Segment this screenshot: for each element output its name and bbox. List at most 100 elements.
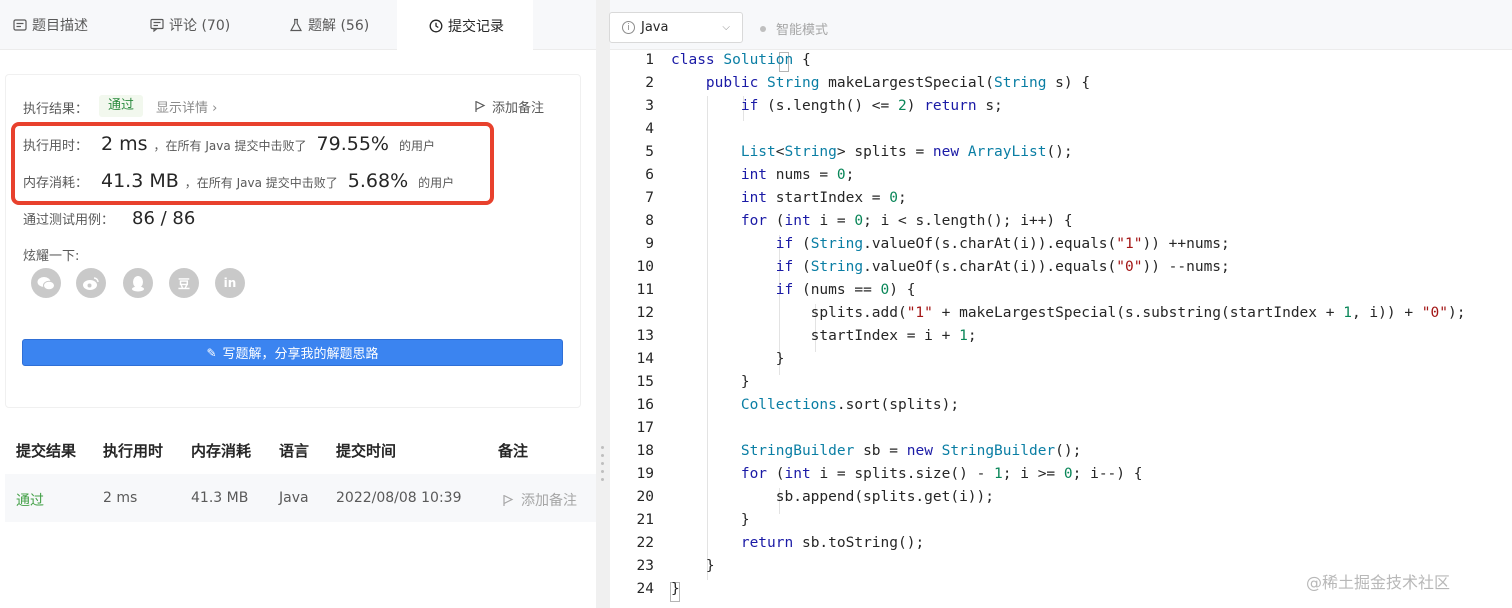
douban-glyph: 豆 <box>177 276 190 291</box>
weibo-icon[interactable] <box>76 268 106 298</box>
code-line[interactable]: if (nums == 0) { <box>671 282 916 298</box>
drag-handle-dot[interactable] <box>601 462 604 465</box>
line-number: 20 <box>636 489 654 505</box>
smart-mode-toggle[interactable]: 智能模式 <box>760 19 828 38</box>
line-number: 4 <box>645 121 654 137</box>
code-line[interactable]: public String makeLargestSpecial(String … <box>671 75 1090 91</box>
info-icon: i <box>622 21 635 34</box>
drag-handle-dot[interactable] <box>601 446 604 449</box>
drag-handle-dot[interactable] <box>601 470 604 473</box>
write-solution-label: 写题解，分享我的解题思路 <box>222 347 379 362</box>
line-number: 9 <box>645 236 654 252</box>
chevron-down-icon: ⌵ <box>722 22 730 33</box>
line-number: 14 <box>636 351 654 367</box>
linkedin-icon[interactable]: in <box>215 268 245 298</box>
panel-resize-divider[interactable] <box>596 0 610 608</box>
line-number: 1 <box>645 52 654 68</box>
tab-description[interactable]: 题目描述 <box>13 0 88 50</box>
language-value: Java <box>641 20 669 35</box>
tab-comments[interactable]: 评论 (70) <box>150 0 230 50</box>
code-line[interactable]: } <box>671 558 715 574</box>
clock-icon <box>429 19 443 32</box>
row-runtime: 2 ms <box>103 490 138 506</box>
code-line[interactable]: List<String> splits = new ArrayList(); <box>671 144 1073 160</box>
line-number: 8 <box>645 213 654 229</box>
line-number: 3 <box>645 98 654 114</box>
status-dot-icon <box>760 25 766 32</box>
show-details-link[interactable]: 显示详情 › <box>156 97 217 116</box>
code-line[interactable]: for (int i = splits.size() - 1; i >= 0; … <box>671 466 1143 482</box>
line-number: 19 <box>636 466 654 482</box>
douban-icon[interactable]: 豆 <box>169 268 199 298</box>
code-line[interactable]: int startIndex = 0; <box>671 190 907 206</box>
code-line[interactable]: Collections.sort(splits); <box>671 397 959 413</box>
code-line[interactable]: } <box>671 581 680 597</box>
line-number: 22 <box>636 535 654 551</box>
line-number: 23 <box>636 558 654 574</box>
code-line[interactable]: } <box>671 351 785 367</box>
column-header-note: 备注 <box>498 442 529 460</box>
testcases-stat: 通过测试用例： 86 / 86 <box>23 208 195 229</box>
code-line[interactable]: if (s.length() <= 2) return s; <box>671 98 1003 114</box>
wechat-icon[interactable] <box>31 268 61 298</box>
code-line[interactable]: StringBuilder sb = new StringBuilder(); <box>671 443 1082 459</box>
row-memory: 41.3 MB <box>191 490 249 506</box>
line-number: 21 <box>636 512 654 528</box>
code-line[interactable]: startIndex = i + 1; <box>671 328 977 344</box>
language-select[interactable]: i Java ⌵ <box>609 12 743 43</box>
description-icon <box>13 19 27 31</box>
line-number: 17 <box>636 420 654 436</box>
testcases-value: 86 / 86 <box>132 208 196 229</box>
tab-submissions[interactable]: 提交记录 <box>397 0 533 51</box>
share-label: 炫耀一下: <box>23 249 80 264</box>
qq-icon[interactable] <box>123 268 153 298</box>
column-header-language: 语言 <box>279 442 310 460</box>
line-number: 12 <box>636 305 654 321</box>
column-header-time: 提交时间 <box>336 442 397 460</box>
code-line[interactable]: if (String.valueOf(s.charAt(i)).equals("… <box>671 259 1230 275</box>
code-line[interactable]: class Solution { <box>671 52 811 68</box>
code-line[interactable]: int nums = 0; <box>671 167 855 183</box>
flag-icon <box>475 100 486 112</box>
panel-tabs: 题目描述 评论 (70) 题解 (56) 提交记录 <box>0 0 596 51</box>
code-line[interactable]: splits.add("1" + makeLargestSpecial(s.su… <box>671 305 1466 321</box>
line-number: 10 <box>636 259 654 275</box>
drag-handle-dot[interactable] <box>601 454 604 457</box>
testcases-label: 通过测试用例： <box>23 213 115 228</box>
status-badge: 通过 <box>99 95 144 117</box>
highlight-annotation-box <box>11 122 494 205</box>
code-line[interactable]: if (String.valueOf(s.charAt(i)).equals("… <box>671 236 1230 252</box>
line-number: 2 <box>645 75 654 91</box>
comment-icon <box>150 18 164 32</box>
line-number: 18 <box>636 443 654 459</box>
result-label: 执行结果： <box>23 102 89 117</box>
code-line[interactable]: for (int i = 0; i < s.length(); i++) { <box>671 213 1073 229</box>
add-note-label: 添加备注 <box>492 101 545 116</box>
write-solution-button[interactable]: ✎ 写题解，分享我的解题思路 <box>22 339 563 366</box>
row-result[interactable]: 通过 <box>16 490 44 510</box>
line-number: 11 <box>636 282 654 298</box>
line-number: 5 <box>645 144 654 160</box>
column-header-memory: 内存消耗 <box>191 442 252 460</box>
row-note-label: 添加备注 <box>521 493 577 509</box>
column-header-runtime: 执行用时 <box>103 442 164 460</box>
watermark: @稀土掘金技术社区 <box>1306 573 1451 592</box>
tab-label: 题解 (56) <box>308 18 370 34</box>
code-line[interactable] <box>671 121 680 137</box>
row-add-note-button[interactable]: 添加备注 <box>502 490 577 510</box>
line-number: 7 <box>645 190 654 206</box>
code-line[interactable] <box>671 420 680 436</box>
add-note-button[interactable]: 添加备注 <box>474 97 544 116</box>
tab-solutions[interactable]: 题解 (56) <box>289 0 369 50</box>
code-line[interactable]: } <box>671 512 750 528</box>
line-number: 16 <box>636 397 654 413</box>
line-number: 6 <box>645 167 654 183</box>
flag-icon <box>503 494 514 506</box>
editor-toolbar <box>610 0 1512 50</box>
code-line[interactable]: return sb.toString(); <box>671 535 924 551</box>
code-line[interactable]: sb.append(splits.get(i)); <box>671 489 994 505</box>
pencil-icon: ✎ <box>206 345 217 360</box>
drag-handle-dot[interactable] <box>601 478 604 481</box>
row-time: 2022/08/08 10:39 <box>336 490 462 506</box>
code-line[interactable]: } <box>671 374 750 390</box>
